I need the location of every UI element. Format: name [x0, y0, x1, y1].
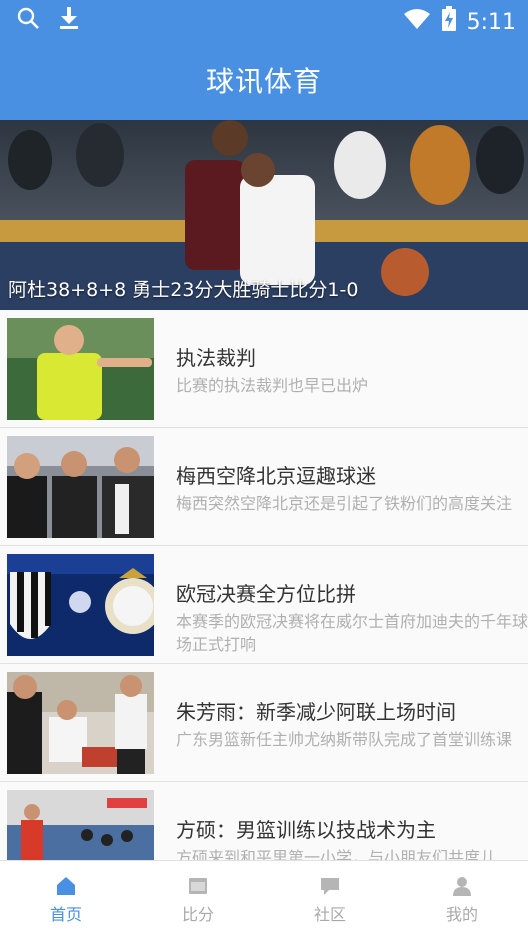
news-title: 执法裁判 — [176, 346, 256, 370]
battery-icon — [441, 6, 457, 38]
app-bar: 球讯体育 — [0, 38, 528, 120]
news-item[interactable]: 梅西空降北京逗趣球迷 梅西突然空降北京还是引起了铁粉们的高度关注 — [0, 428, 528, 546]
news-list: 执法裁判 比赛的执法裁判也早已出炉 梅西空降北京逗趣球迷 梅西突然空降北京还是引… — [0, 310, 528, 860]
tab-label: 我的 — [445, 905, 478, 924]
app-title: 球讯体育 — [205, 65, 322, 98]
tab-profile[interactable]: 我的 — [396, 861, 528, 941]
status-bar: 5:11 — [0, 0, 528, 38]
home-icon — [57, 877, 75, 895]
tab-home[interactable]: 首页 — [0, 861, 132, 941]
news-title: 欧冠决赛全方位比拼 — [176, 582, 356, 606]
status-time: 5:11 — [466, 9, 516, 35]
news-summary: 比赛的执法裁判也早已出炉 — [176, 376, 369, 395]
banner-carousel[interactable]: 阿杜38+8+8 勇士23分大胜骑士比分1-0 — [0, 120, 528, 310]
profile-icon — [453, 877, 471, 896]
scoreboard-icon — [189, 878, 207, 894]
tab-label: 首页 — [49, 905, 82, 924]
download-icon — [58, 6, 80, 34]
search-icon — [16, 6, 40, 34]
news-item[interactable]: 执法裁判 比赛的执法裁判也早已出炉 — [0, 310, 528, 428]
news-item[interactable]: 朱芳雨：新季减少阿联上场时间 广东男篮新任主帅尤纳斯带队完成了首堂训练课 — [0, 664, 528, 782]
tab-label: 比分 — [181, 905, 214, 924]
bottom-tab-bar: 首页 比分 社区 我的 — [0, 860, 528, 941]
news-thumbnail — [7, 318, 154, 420]
news-summary: 梅西突然空降北京还是引起了铁粉们的高度关注 — [176, 494, 513, 513]
news-summary: 本赛季的欧冠决赛将在威尔士首府加迪夫的千年球场正式打响 — [176, 612, 528, 654]
news-summary: 广东男篮新任主帅尤纳斯带队完成了首堂训练课 — [176, 730, 513, 749]
tab-label: 社区 — [313, 905, 346, 924]
tab-score[interactable]: 比分 — [132, 861, 264, 941]
news-item[interactable]: 方硕：男篮训练以技战术为主 方硕来到和平里第一小学，与小朋友们共度儿 — [0, 782, 528, 860]
news-thumbnail — [7, 554, 154, 656]
news-summary: 方硕来到和平里第一小学，与小朋友们共度儿 — [176, 848, 497, 860]
chat-icon — [321, 878, 339, 895]
banner-caption: 阿杜38+8+8 勇士23分大胜骑士比分1-0 — [8, 279, 359, 301]
news-title: 朱芳雨：新季减少阿联上场时间 — [176, 700, 456, 724]
news-title: 方硕：男篮训练以技战术为主 — [176, 818, 436, 842]
news-title: 梅西空降北京逗趣球迷 — [176, 464, 376, 488]
news-thumbnail — [7, 672, 154, 774]
news-thumbnail — [7, 790, 154, 860]
wifi-icon — [403, 8, 431, 36]
news-thumbnail — [7, 436, 154, 538]
tab-community[interactable]: 社区 — [264, 861, 396, 941]
news-item[interactable]: 欧冠决赛全方位比拼 本赛季的欧冠决赛将在威尔士首府加迪夫的千年球场正式打响 — [0, 546, 528, 664]
